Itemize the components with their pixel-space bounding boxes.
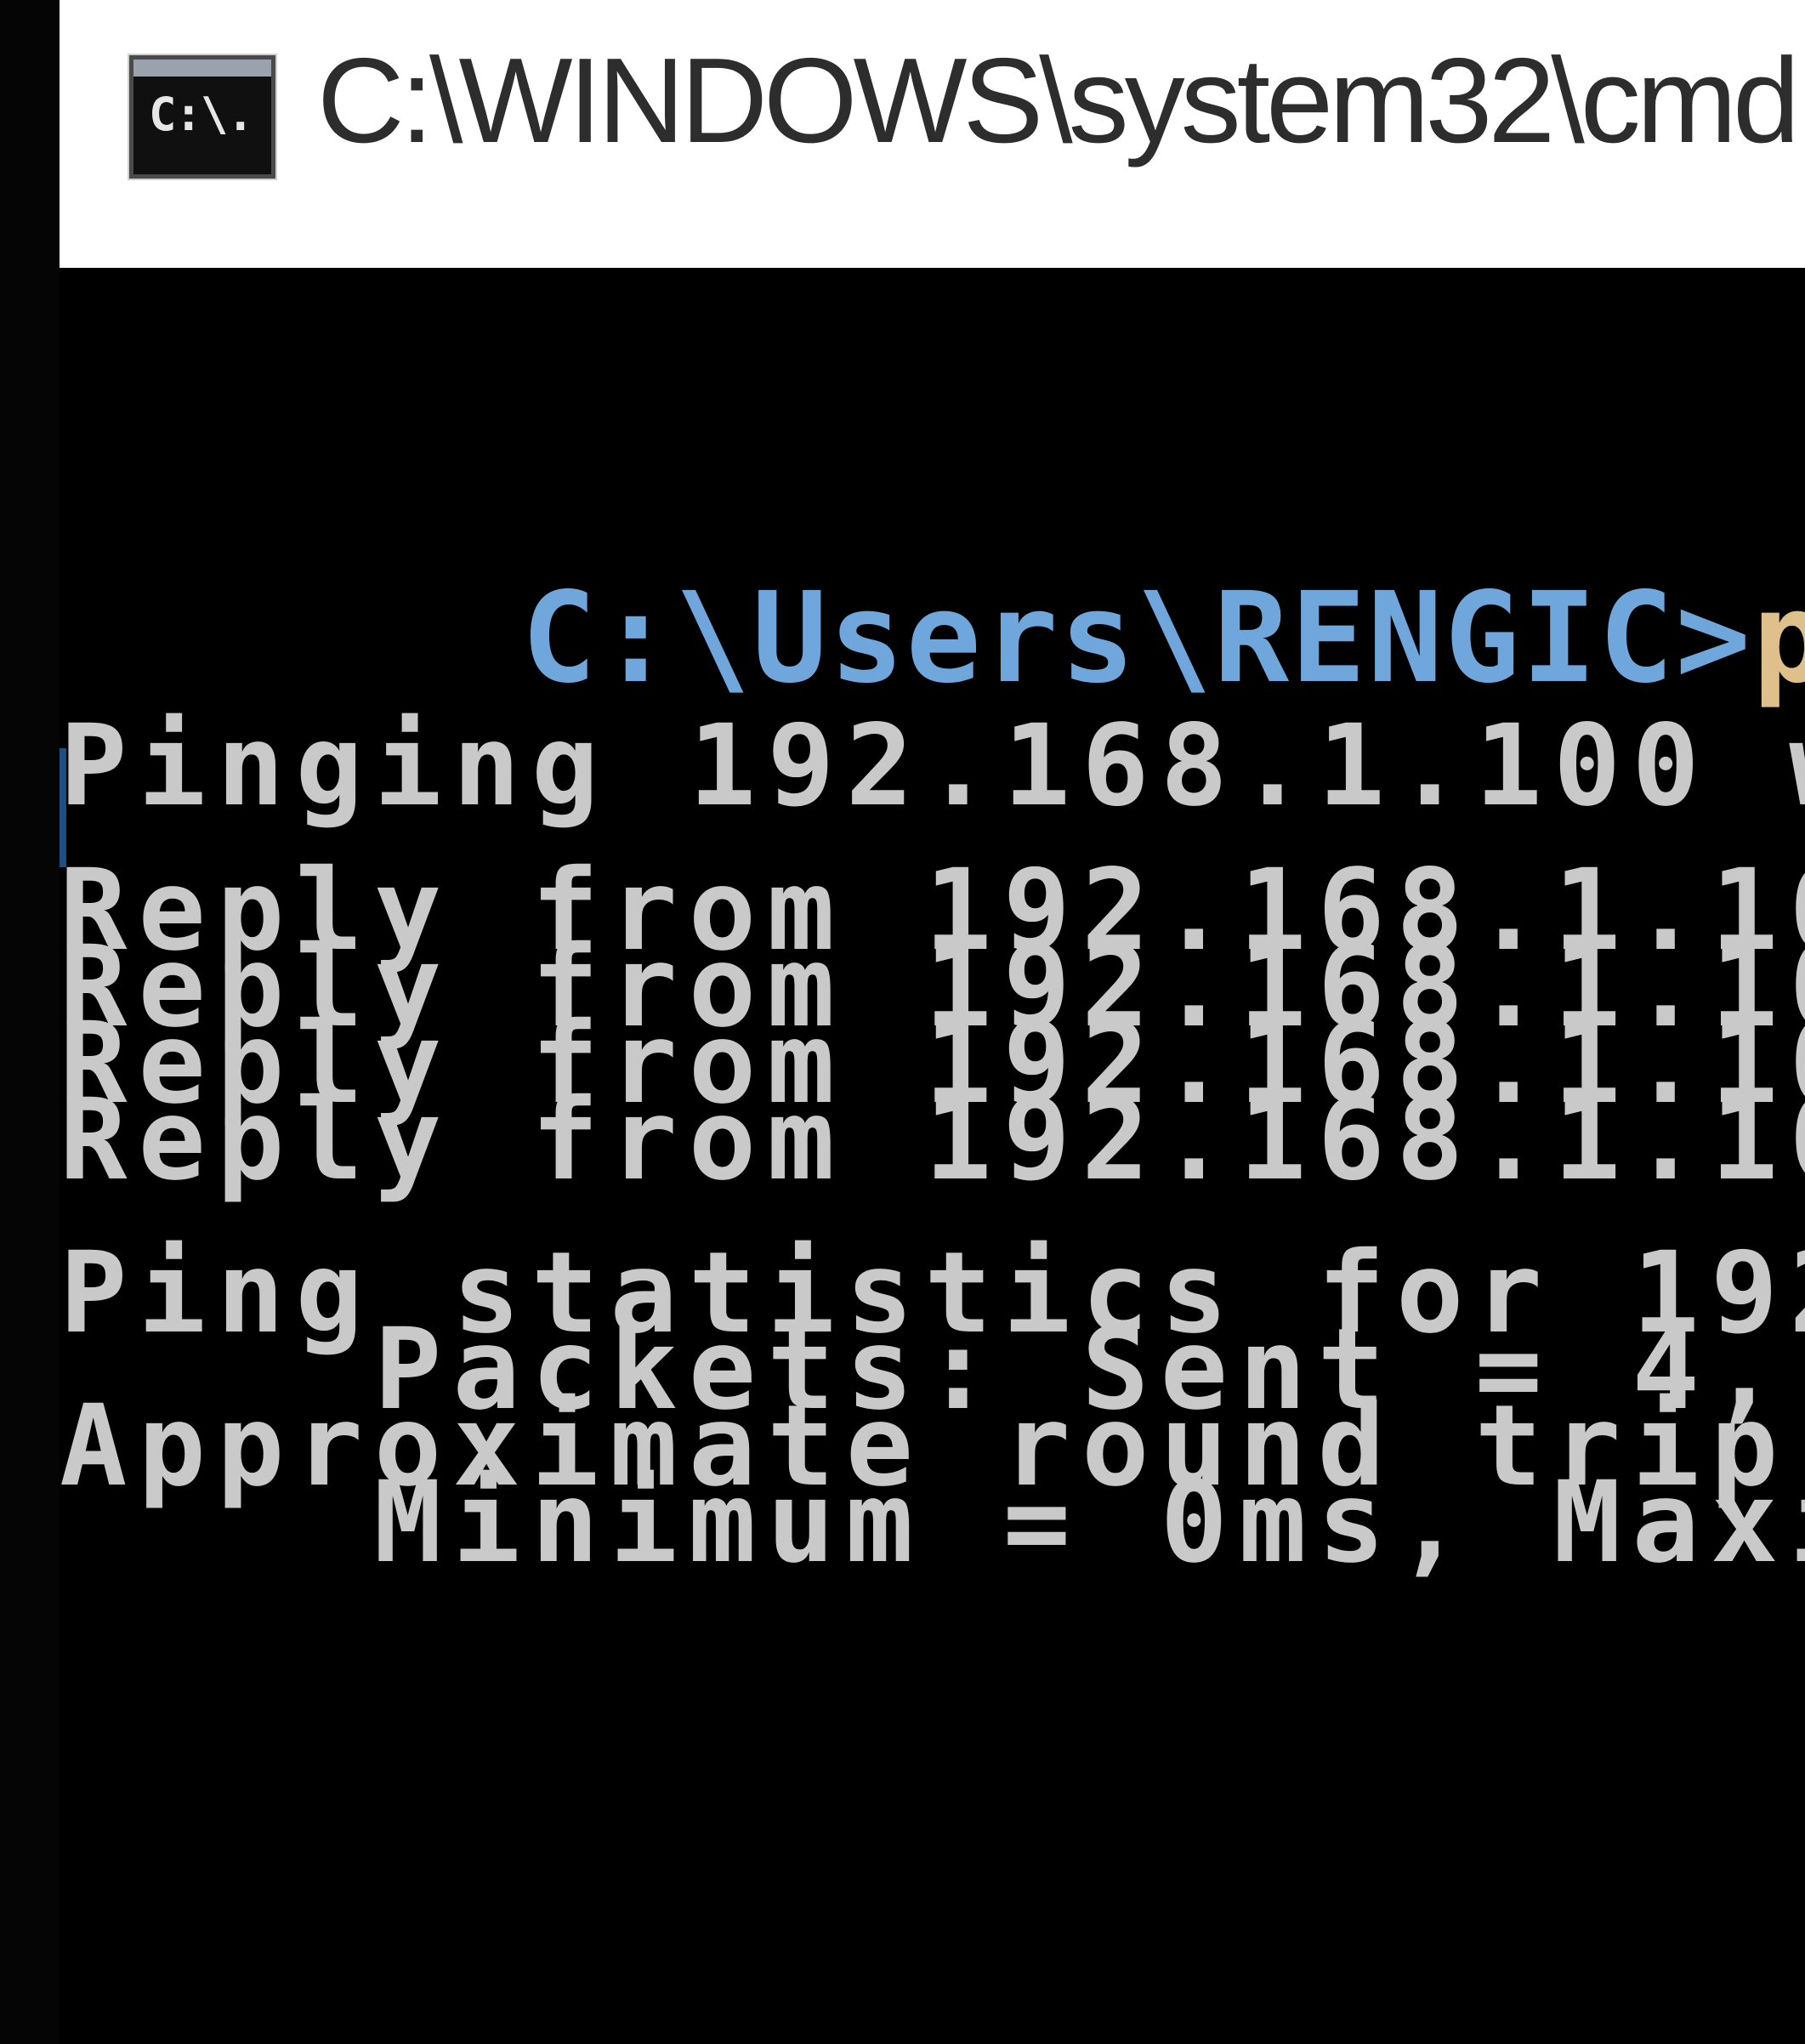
ping-command: ping 192 <box>1752 565 1805 711</box>
window-title: C:\WINDOWS\system32\cmd.e <box>317 33 1805 168</box>
cmd-icon-bar <box>133 60 271 77</box>
minimum-maximum-line: Minimum = 0ms, Maxi <box>60 1457 1805 1588</box>
reply-line-4: Reply from 192.168.1.10 <box>60 1075 1805 1206</box>
window-left-frame <box>0 0 60 2044</box>
prompt-path: C:\Users\RENGIC> <box>521 565 1753 711</box>
window-titlebar[interactable]: C:\. C:\WINDOWS\system32\cmd.e <box>60 0 1805 268</box>
pinging-line: Pinging 192.168.1.100 w: <box>60 701 1805 832</box>
cmd-icon-text: C:\. <box>149 88 254 141</box>
cmd-icon: C:\. <box>129 55 275 179</box>
console-output[interactable]: C:\Users\RENGIC>ping 192 Pinging 192.168… <box>60 268 1805 2044</box>
cmd-window[interactable]: C:\. C:\WINDOWS\system32\cmd.e C:\Users\… <box>60 0 1805 2044</box>
